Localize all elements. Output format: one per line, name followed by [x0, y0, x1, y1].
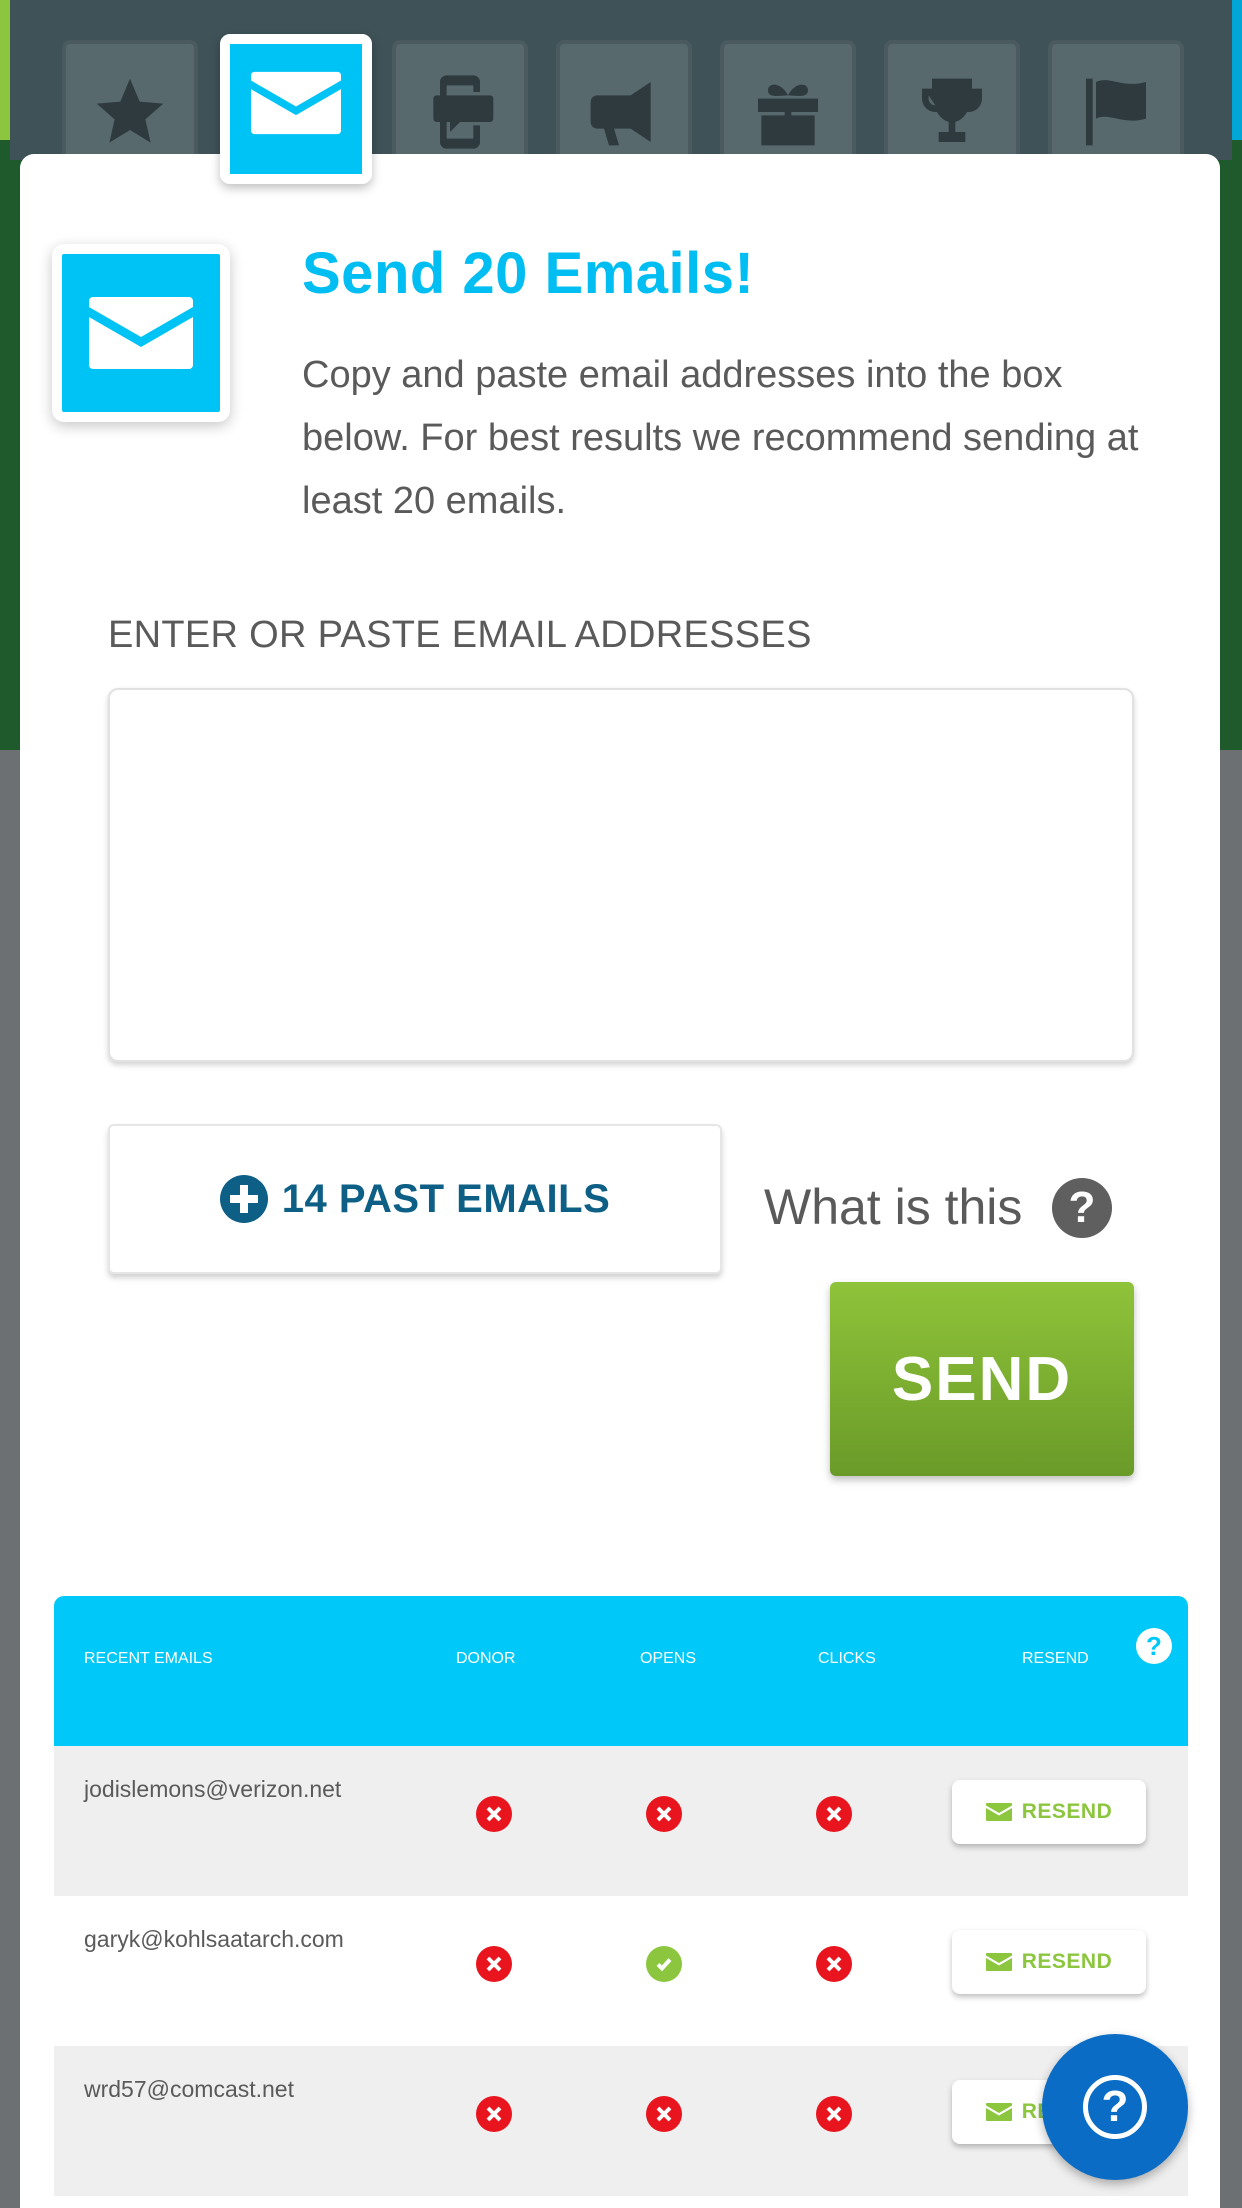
header-donor: DONOR: [456, 1650, 516, 1667]
donor-no-icon: [476, 1796, 512, 1832]
header-recent-emails: RECENT EMAILS: [84, 1650, 213, 1667]
donor-no-icon: [476, 2096, 512, 2132]
tab-trophy[interactable]: [884, 40, 1020, 164]
question-icon: ?: [1083, 2075, 1147, 2139]
tab-star[interactable]: [62, 40, 198, 164]
tab-flag[interactable]: [1048, 40, 1184, 164]
opens-no-icon: [646, 2096, 682, 2132]
opens-no-icon: [646, 1796, 682, 1832]
resend-button[interactable]: RESEND: [952, 1780, 1146, 1844]
star-icon: [96, 78, 164, 143]
email-input-label: ENTER OR PASTE EMAIL ADDRESSES: [108, 614, 812, 656]
megaphone-icon: [590, 82, 651, 146]
background-edge-right: [1232, 0, 1242, 140]
tab-email[interactable]: [220, 34, 372, 184]
table-help-icon[interactable]: ?: [1136, 1628, 1172, 1664]
envelope-icon: [985, 1953, 1012, 1971]
gift-icon: [758, 84, 818, 146]
row-email: wrd57@comcast.net: [84, 2076, 294, 2102]
opens-yes-icon: [646, 1946, 682, 1982]
help-question-icon[interactable]: ?: [1052, 1178, 1112, 1238]
row-email: jodislemons@verizon.net: [84, 1776, 342, 1802]
table-row: jodislemons@verizon.net RESEND: [54, 1746, 1188, 1896]
row-email: garyk@kohlsaatarch.com: [84, 1926, 344, 1952]
clicks-no-icon: [816, 1946, 852, 1982]
clicks-no-icon: [816, 2096, 852, 2132]
envelope-icon: [89, 297, 193, 369]
hero-envelope-badge: [52, 244, 230, 422]
what-is-this-link[interactable]: What is this: [764, 1178, 1022, 1236]
resend-label: RESEND: [1021, 1800, 1113, 1823]
background-edge-left: [0, 0, 10, 140]
tab-announce[interactable]: [556, 40, 692, 164]
table-header: RECENT EMAILS DONOR OPENS CLICKS RESEND …: [54, 1596, 1188, 1746]
envelope-icon: [985, 2103, 1012, 2121]
header-resend: RESEND: [1022, 1650, 1089, 1667]
phone-message-icon: [433, 75, 494, 149]
resend-button[interactable]: RESEND: [952, 1930, 1146, 1994]
past-emails-button[interactable]: 14 PAST EMAILS: [108, 1124, 722, 1274]
email-addresses-input[interactable]: [108, 688, 1134, 1062]
tab-bar: [10, 0, 1232, 184]
clicks-no-icon: [816, 1796, 852, 1832]
past-emails-label: 14 PAST EMAILS: [281, 1176, 611, 1221]
envelope-icon: [251, 71, 341, 135]
table-row: wrd57@comcast.net RESEND: [54, 2046, 1188, 2196]
header-clicks: CLICKS: [818, 1650, 876, 1667]
plus-circle-icon: [219, 1175, 268, 1223]
help-fab-button[interactable]: ?: [1042, 2034, 1188, 2180]
envelope-icon: [985, 1803, 1012, 1821]
resend-label: RESEND: [1021, 1950, 1113, 1973]
page-subtitle: Copy and paste email addresses into the …: [302, 354, 1139, 522]
flag-icon: [1086, 78, 1146, 146]
recent-emails-table: RECENT EMAILS DONOR OPENS CLICKS RESEND …: [54, 1596, 1188, 2208]
trophy-icon: [922, 78, 982, 142]
donor-no-icon: [476, 1946, 512, 1982]
tab-text[interactable]: [392, 40, 528, 164]
page-title: Send 20 Emails!: [302, 241, 755, 306]
header-opens: OPENS: [640, 1650, 697, 1667]
tab-gift[interactable]: [720, 40, 856, 164]
table-row: garyk@kohlsaatarch.com RESEND: [54, 1896, 1188, 2046]
send-button[interactable]: SEND: [830, 1282, 1134, 1476]
